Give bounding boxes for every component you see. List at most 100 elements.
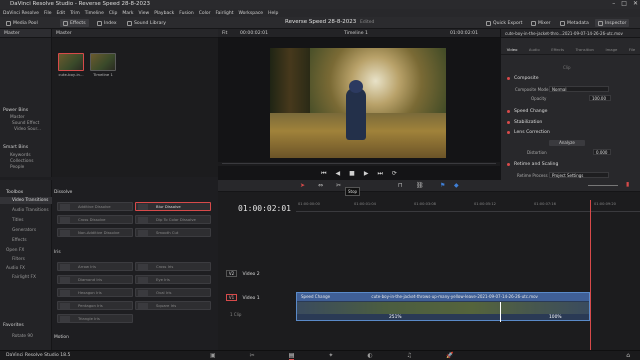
retime-process-select[interactable]: Project Settings — [549, 172, 609, 178]
tree-item-video-transitions[interactable]: Video Transitions — [12, 198, 48, 203]
effect-item[interactable]: Pentagon Iris — [57, 301, 133, 310]
menu-trim[interactable]: Trim — [70, 11, 80, 16]
retime-scaling-enable-icon[interactable] — [507, 163, 510, 166]
effect-item[interactable]: Diamond Iris — [57, 275, 133, 284]
tab-transition[interactable]: Transition — [576, 47, 594, 52]
power-bin-item[interactable]: Sound Effect — [12, 121, 39, 126]
tab-effects[interactable]: Effects — [551, 47, 564, 52]
menu-edit[interactable]: Edit — [56, 11, 65, 16]
tree-item-generators[interactable]: Generators — [12, 228, 36, 233]
fairlight-icon[interactable]: ♫ — [407, 352, 412, 360]
favorite-item[interactable]: Rotate 90 — [12, 334, 33, 339]
effect-item-selected[interactable]: Blur Dissolve — [135, 202, 211, 211]
power-bin-item[interactable]: Video Sour... — [14, 127, 41, 132]
skip-back-icon[interactable]: ⏮ — [321, 170, 326, 178]
index-button[interactable]: Index — [94, 19, 120, 27]
inspector-subtab[interactable]: Clip — [563, 65, 571, 70]
effect-item[interactable]: Eye Iris — [135, 275, 211, 284]
smart-bin-item[interactable]: Collections — [10, 159, 34, 164]
effect-item[interactable]: Arrow Iris — [57, 262, 133, 271]
home-icon[interactable]: ⌂ — [626, 352, 630, 359]
stabilization-section[interactable]: Stabilization — [507, 120, 542, 125]
quick-export-button[interactable]: Quick Export — [483, 19, 526, 27]
blade-tool-icon[interactable]: ✂ — [336, 182, 341, 189]
metadata-button[interactable]: Metadata — [557, 19, 592, 27]
effect-item[interactable]: Dip To Color Dissolve — [135, 215, 211, 224]
track-v1-header[interactable]: V1 Video 1 — [226, 294, 294, 301]
loop-icon[interactable]: ⟳ — [392, 170, 397, 177]
edit-icon[interactable]: ▤ — [288, 352, 295, 360]
analyze-button[interactable]: Analyze — [549, 140, 585, 146]
opacity-value[interactable]: 100.00 — [589, 95, 611, 101]
minimize-icon[interactable]: – — [612, 0, 615, 7]
play-icon[interactable]: ▶ — [364, 170, 369, 177]
color-icon[interactable]: ◐ — [367, 352, 372, 360]
play-reverse-icon[interactable]: ◀ — [336, 170, 341, 177]
speed-change-enable-icon[interactable] — [507, 110, 510, 113]
menu-workspace[interactable]: Workspace — [238, 11, 263, 16]
tab-image[interactable]: Image — [605, 47, 617, 52]
tab-file[interactable]: File — [629, 47, 635, 52]
effect-item[interactable]: Oval Iris — [135, 288, 211, 297]
deliver-icon[interactable]: 🚀 — [446, 352, 453, 360]
speed-change-section[interactable]: Speed Change — [507, 109, 547, 114]
timeline-ruler[interactable]: 01:00:00:00 01:00:01:04 01:00:03:08 01:0… — [296, 200, 640, 212]
media-pool-button[interactable]: Media Pool — [3, 19, 41, 27]
sound-library-button[interactable]: Sound Library — [124, 19, 169, 27]
power-bin-item[interactable]: Master — [10, 115, 25, 120]
effect-item[interactable]: Triangle Iris — [57, 314, 133, 323]
zoom-slider[interactable] — [588, 185, 618, 186]
close-icon[interactable]: ✕ — [633, 0, 638, 7]
menu-help[interactable]: Help — [268, 11, 278, 16]
speed-right-value[interactable]: 100% — [549, 315, 562, 320]
effects-button[interactable]: Effects — [60, 19, 89, 27]
timeline-clip[interactable]: Speed Change cute-boy-in-the-jacket-thro… — [296, 292, 590, 322]
bin-master[interactable]: Master — [0, 29, 51, 38]
composite-mode-select[interactable]: Normal — [549, 86, 609, 92]
tree-item-titles[interactable]: Titles — [12, 218, 23, 223]
tab-audio[interactable]: Audio — [529, 47, 540, 52]
smart-bin-item[interactable]: People — [10, 165, 24, 170]
selection-tool-icon[interactable]: ➤ — [300, 182, 305, 189]
distortion-value[interactable]: 0.000 — [593, 149, 611, 155]
smart-bin-item[interactable]: Keywords — [10, 153, 31, 158]
playhead[interactable] — [590, 200, 591, 350]
menu-color[interactable]: Color — [199, 11, 211, 16]
trim-tool-icon[interactable]: ⇔ — [318, 182, 323, 189]
fusion-icon[interactable]: ✦ — [328, 352, 333, 360]
composite-enable-icon[interactable] — [507, 77, 510, 80]
mixer-button[interactable]: Mixer — [528, 19, 554, 27]
retime-scaling-section[interactable]: Retime and Scaling — [507, 162, 558, 167]
tree-item-fairlightfx[interactable]: Fairlight FX — [12, 275, 36, 280]
speed-left-value[interactable]: 251% — [389, 315, 402, 320]
maximize-icon[interactable]: □ — [621, 0, 627, 7]
cut-icon[interactable]: ✂ — [250, 352, 255, 360]
menu-davinci[interactable]: DaVinci Resolve — [3, 11, 39, 16]
effect-item[interactable]: Cross Iris — [135, 262, 211, 271]
menu-fusion[interactable]: Fusion — [179, 11, 193, 16]
lens-correction-enable-icon[interactable] — [507, 131, 510, 134]
tree-item-audio-transitions[interactable]: Audio Transitions — [12, 208, 49, 213]
stabilization-enable-icon[interactable] — [507, 121, 510, 124]
media-clip-thumbnail[interactable] — [58, 53, 84, 71]
tab-video[interactable]: Video — [507, 47, 518, 52]
speed-point-marker[interactable] — [500, 302, 501, 322]
menu-clip[interactable]: Clip — [109, 11, 118, 16]
tree-item-openfx[interactable]: Open FX — [6, 248, 24, 253]
timeline-name[interactable]: Timeline 1 — [344, 31, 368, 36]
skip-forward-icon[interactable]: ⏭ — [377, 170, 382, 178]
menu-timeline[interactable]: Timeline — [85, 11, 104, 16]
effect-item[interactable]: Square Iris — [135, 301, 211, 310]
menu-view[interactable]: View — [139, 11, 150, 16]
menu-file[interactable]: File — [44, 11, 52, 16]
link-icon[interactable]: ⛓ — [416, 182, 424, 189]
effect-item[interactable]: Smooth Cut — [135, 228, 211, 237]
lens-correction-section[interactable]: Lens Correction — [507, 130, 550, 135]
toolbox-item[interactable]: Toolbox — [6, 190, 23, 195]
menu-mark[interactable]: Mark — [122, 11, 133, 16]
inspector-button[interactable]: Inspector — [595, 19, 630, 27]
tree-item-filters[interactable]: Filters — [12, 257, 25, 262]
effect-item[interactable]: Additive Dissolve — [57, 202, 133, 211]
effect-item[interactable]: Hexagon Iris — [57, 288, 133, 297]
media-icon[interactable]: ▣ — [210, 352, 216, 360]
